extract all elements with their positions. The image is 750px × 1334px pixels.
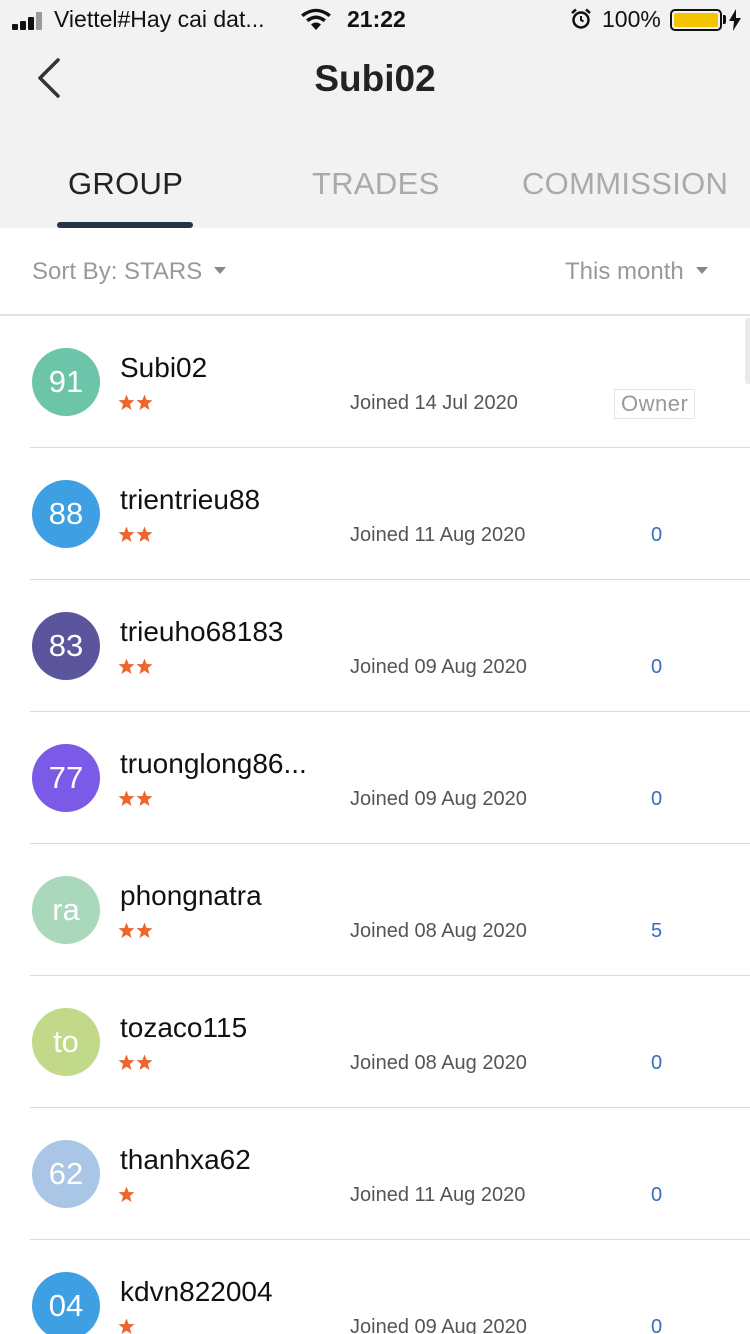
member-row[interactable]: 77 truonglong86... Joined 09 Aug 2020 0 — [0, 712, 750, 844]
avatar-initials: 88 — [48, 496, 84, 531]
period-label: This month — [565, 258, 684, 285]
signal-icon — [12, 12, 46, 30]
member-value[interactable]: 5 — [651, 920, 662, 943]
member-row[interactable]: 62 thanhxa62 Joined 11 Aug 2020 0 — [0, 1108, 750, 1240]
clock-label: 21:22 — [347, 6, 406, 32]
tab-group[interactable]: GROUP — [68, 166, 183, 202]
sort-by-label: Sort By: STARS — [32, 258, 203, 285]
member-value[interactable]: 0 — [651, 1316, 662, 1334]
member-value[interactable]: 0 — [651, 1184, 662, 1207]
battery-icon — [670, 9, 722, 31]
member-row[interactable]: 83 trieuho68183 Joined 09 Aug 2020 0 — [0, 580, 750, 712]
header: Viettel#Hay cai dat... 21:22 100% Subi02… — [0, 0, 750, 228]
member-name[interactable]: Subi02 — [120, 352, 207, 384]
tab-commission[interactable]: COMMISSION — [522, 166, 728, 202]
star-icon — [136, 526, 153, 542]
star-icon — [118, 1054, 135, 1070]
charging-bolt-icon — [729, 9, 741, 31]
star-icon — [118, 1318, 135, 1334]
joined-date: Joined 11 Aug 2020 — [350, 524, 526, 546]
member-name[interactable]: phongnatra — [120, 880, 262, 912]
star-icon — [118, 1186, 135, 1202]
star-icon — [136, 790, 153, 806]
avatar-initials: to — [53, 1024, 79, 1059]
avatar[interactable]: ra — [32, 876, 100, 944]
member-row[interactable]: 91 Subi02 Joined 14 Jul 2020 Owner — [0, 316, 750, 448]
avatar[interactable]: 04 — [32, 1272, 100, 1334]
member-row[interactable]: 88 trientrieu88 Joined 11 Aug 2020 0 — [0, 448, 750, 580]
avatar[interactable]: 83 — [32, 612, 100, 680]
status-bar: Viettel#Hay cai dat... 21:22 100% — [0, 0, 750, 40]
star-rating — [118, 922, 153, 939]
member-value[interactable]: 0 — [651, 1052, 662, 1075]
star-rating — [118, 658, 153, 675]
star-icon — [118, 922, 135, 938]
member-name[interactable]: trieuho68183 — [120, 616, 283, 648]
star-icon — [136, 922, 153, 938]
joined-date: Joined 08 Aug 2020 — [350, 1052, 527, 1074]
avatar-initials: ra — [52, 892, 80, 927]
avatar-initials: 77 — [48, 760, 84, 795]
star-icon — [136, 1054, 153, 1070]
joined-date: Joined 09 Aug 2020 — [350, 656, 527, 678]
member-row[interactable]: to tozaco115 Joined 08 Aug 2020 0 — [0, 976, 750, 1108]
member-value[interactable]: 0 — [651, 524, 662, 547]
star-icon — [136, 658, 153, 674]
star-icon — [118, 790, 135, 806]
star-rating — [118, 526, 153, 543]
caret-down-icon — [214, 267, 227, 275]
member-row[interactable]: 04 kdvn822004 Joined 09 Aug 2020 0 — [0, 1240, 750, 1334]
star-icon — [136, 394, 153, 410]
joined-date: Joined 14 Jul 2020 — [350, 392, 518, 414]
member-row[interactable]: ra phongnatra Joined 08 Aug 2020 5 — [0, 844, 750, 976]
avatar[interactable]: 62 — [32, 1140, 100, 1208]
battery-percent: 100% — [602, 6, 661, 32]
avatar[interactable]: 77 — [32, 744, 100, 812]
star-rating — [118, 1318, 135, 1334]
page-title: Subi02 — [314, 58, 436, 99]
owner-badge: Owner — [614, 389, 696, 419]
member-name[interactable]: thanhxa62 — [120, 1144, 251, 1176]
avatar-initials: 62 — [48, 1156, 84, 1191]
star-rating — [118, 790, 153, 807]
carrier-label: Viettel#Hay cai dat... — [54, 6, 265, 32]
period-dropdown[interactable]: This month — [565, 258, 708, 286]
sort-by-dropdown[interactable]: Sort By: STARS — [32, 258, 227, 286]
joined-date: Joined 09 Aug 2020 — [350, 788, 527, 810]
star-icon — [118, 658, 135, 674]
wifi-icon — [301, 8, 331, 30]
joined-date: Joined 09 Aug 2020 — [350, 1316, 527, 1334]
member-name[interactable]: kdvn822004 — [120, 1276, 273, 1308]
star-icon — [118, 526, 135, 542]
caret-down-icon — [695, 267, 708, 275]
avatar[interactable]: 88 — [32, 480, 100, 548]
joined-date: Joined 08 Aug 2020 — [350, 920, 527, 942]
member-name[interactable]: tozaco115 — [120, 1012, 247, 1044]
avatar-initials: 83 — [48, 628, 84, 663]
member-value[interactable]: 0 — [651, 788, 662, 811]
tab-trades[interactable]: TRADES — [312, 166, 440, 202]
avatar[interactable]: 91 — [32, 348, 100, 416]
avatar[interactable]: to — [32, 1008, 100, 1076]
member-value[interactable]: 0 — [651, 656, 662, 679]
alarm-icon — [571, 8, 591, 29]
member-name[interactable]: truonglong86... — [120, 748, 307, 780]
star-rating — [118, 394, 153, 411]
sort-bar: Sort By: STARS This month — [0, 228, 750, 316]
member-list: 91 Subi02 Joined 14 Jul 2020 Owner 88 trientr… — [0, 316, 750, 1334]
star-rating — [118, 1054, 153, 1071]
member-name[interactable]: trientrieu88 — [120, 484, 260, 516]
star-icon — [118, 394, 135, 410]
avatar-initials: 04 — [48, 1288, 84, 1323]
joined-date: Joined 11 Aug 2020 — [350, 1184, 526, 1206]
avatar-initials: 91 — [48, 364, 84, 399]
star-rating — [118, 1186, 135, 1203]
